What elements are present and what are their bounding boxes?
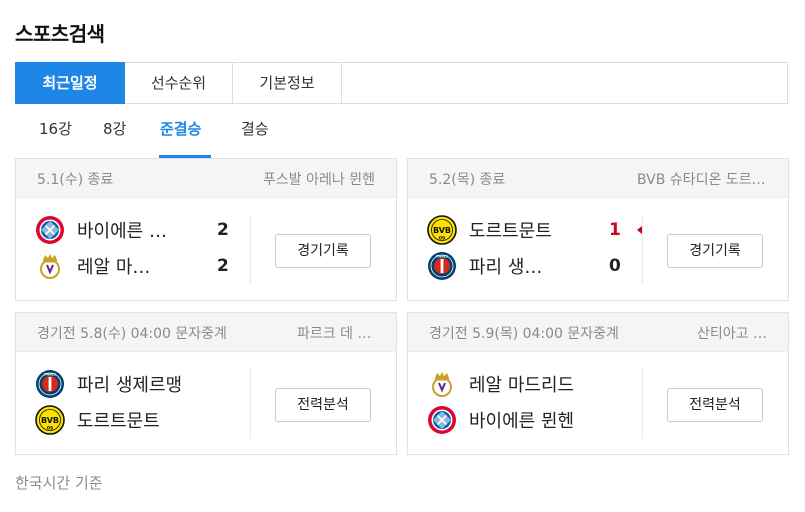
match-card: 5.2(목) 종료 BVB 슈타디온 도르트문트 도르트문트 파리 생제르맹 1… (407, 158, 789, 301)
match-venue[interactable]: BVB 슈타디온 도르트문트 (637, 169, 767, 189)
team-name: 레알 마드리드 (469, 375, 575, 396)
page-title: 스포츠검색 (15, 22, 105, 46)
home-team[interactable]: 바이에른 뮌헨 (35, 215, 182, 245)
team-name: 바이에른 뮌헨 (469, 411, 575, 432)
match-venue[interactable]: 푸스발 아레나 뮌헨 (263, 169, 375, 189)
away-score: 0 (609, 256, 621, 276)
home-team[interactable]: 도르트문트 (427, 215, 552, 245)
team-name: 도르트문트 (469, 221, 552, 242)
team-name: 파리 생제르맹 (77, 375, 183, 396)
main-tab-bar: 최근일정 선수순위 기본정보 (15, 62, 788, 104)
match-status: 5.1(수) 종료 (37, 172, 114, 188)
away-team[interactable]: 레알 마드리드 (35, 251, 163, 281)
match-status: 경기전 5.9(목) 04:00 문자중계 (429, 326, 619, 342)
team-name: 파리 생제르맹 (469, 257, 555, 278)
home-score: 1 (609, 220, 621, 240)
match-card-header: 5.1(수) 종료 푸스발 아레나 뮌헨 (16, 159, 396, 198)
card-divider (250, 214, 251, 284)
timezone-note: 한국시간 기준 (15, 474, 103, 492)
card-divider (642, 214, 643, 284)
tab-quarterfinal[interactable]: 8강 (103, 118, 126, 139)
match-card-header: 경기전 5.9(목) 04:00 문자중계 산티아고 베르나베우 (408, 313, 788, 352)
match-analysis-button[interactable]: 전력분석 (667, 388, 763, 422)
away-team[interactable]: 파리 생제르맹 (427, 251, 555, 281)
match-record-button[interactable]: 경기기록 (275, 234, 371, 268)
home-score: 2 (217, 220, 229, 240)
team-name: 도르트문트 (77, 411, 160, 432)
home-team[interactable]: 레알 마드리드 (427, 369, 574, 399)
tab-final[interactable]: 결승 (241, 118, 269, 139)
team-name: 레알 마드리드 (77, 257, 163, 278)
away-team[interactable]: 바이에른 뮌헨 (427, 405, 574, 435)
match-status: 경기전 5.8(수) 04:00 문자중계 (37, 326, 227, 342)
real-madrid-logo-icon (40, 253, 60, 279)
real-madrid-logo-icon (432, 371, 452, 397)
dortmund-logo-icon (427, 215, 457, 245)
match-analysis-button[interactable]: 전력분석 (275, 388, 371, 422)
psg-logo-icon (35, 369, 65, 399)
tab-player-ranking[interactable]: 선수순위 (125, 63, 233, 103)
home-team[interactable]: 파리 생제르맹 (35, 369, 182, 399)
tab-round-of-16[interactable]: 16강 (39, 118, 72, 139)
match-card: 경기전 5.8(수) 04:00 문자중계 파르크 데 프랭스 파리 생제르맹 … (15, 312, 397, 455)
bayern-logo-icon (427, 405, 457, 435)
dortmund-logo-icon (35, 405, 65, 435)
team-name: 바이에른 뮌헨 (77, 221, 182, 242)
tab-semifinal[interactable]: 준결승 (160, 118, 201, 139)
match-card: 5.1(수) 종료 푸스발 아레나 뮌헨 바이에른 뮌헨 레알 마드리드 2 2… (15, 158, 397, 301)
match-card: 경기전 5.9(목) 04:00 문자중계 산티아고 베르나베우 레알 마드리드… (407, 312, 789, 455)
match-card-header: 5.2(목) 종료 BVB 슈타디온 도르트문트 (408, 159, 788, 198)
match-venue[interactable]: 파르크 데 프랭스 (297, 323, 375, 343)
card-divider (642, 368, 643, 438)
tab-basic-info[interactable]: 기본정보 (233, 63, 342, 103)
match-card-header: 경기전 5.8(수) 04:00 문자중계 파르크 데 프랭스 (16, 313, 396, 352)
match-record-button[interactable]: 경기기록 (667, 234, 763, 268)
tab-recent-schedule[interactable]: 최근일정 (15, 62, 125, 104)
bayern-logo-icon (35, 215, 65, 245)
match-venue[interactable]: 산티아고 베르나베우 (697, 323, 767, 343)
psg-logo-icon (427, 251, 457, 281)
card-divider (250, 368, 251, 438)
away-team[interactable]: 도르트문트 (35, 405, 160, 435)
away-score: 2 (217, 256, 229, 276)
match-status: 5.2(목) 종료 (429, 172, 506, 188)
